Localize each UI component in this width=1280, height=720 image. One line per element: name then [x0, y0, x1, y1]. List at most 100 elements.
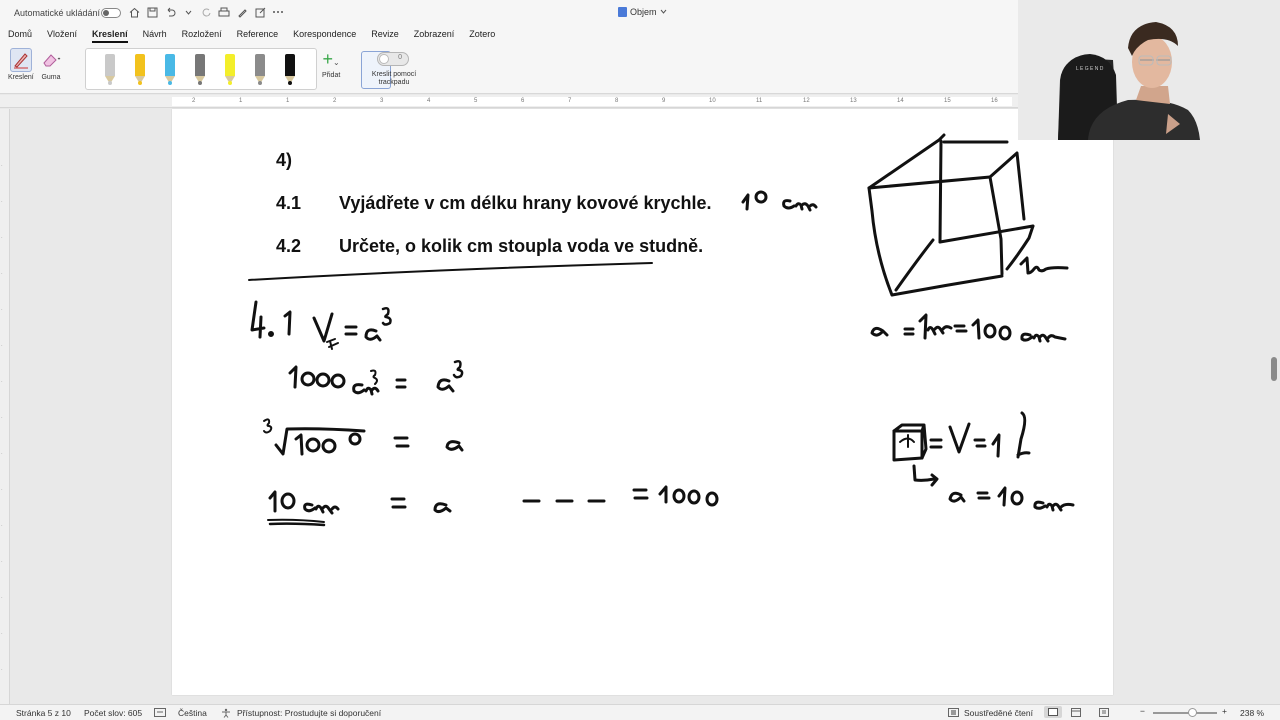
ruler-tick: 6 [521, 98, 525, 104]
ruler-tick: 16 [991, 98, 998, 104]
ink-layer [248, 133, 1075, 527]
word-count[interactable]: Počet slov: 605 [84, 708, 142, 718]
vertical-ruler-tick: · [1, 379, 3, 385]
print-layout-view-button[interactable] [1044, 706, 1062, 718]
ribbon-toolbar: Kreslení Guma +⌄ Přidat 0 Kreslit pomocí… [0, 44, 1018, 94]
pen-5[interactable] [224, 54, 236, 86]
pen-7[interactable] [284, 54, 296, 86]
ruler-tick: 3 [380, 98, 384, 104]
pen-2[interactable] [134, 54, 146, 86]
svg-text:L E G E N D: L E G E N D [1076, 66, 1104, 72]
page-indicator[interactable]: Stránka 5 z 10 [16, 708, 71, 718]
ruler-tick: 8 [615, 98, 619, 104]
tab-korespondence[interactable]: Korespondence [293, 26, 356, 44]
tab-kresleni[interactable]: Kreslení [92, 26, 128, 44]
ruler-tick: 10 [709, 98, 716, 104]
vertical-ruler-tick: · [1, 559, 3, 565]
pen-6[interactable] [254, 54, 266, 86]
zoom-slider-track[interactable] [1153, 712, 1217, 714]
vertical-ruler-tick: · [1, 199, 3, 205]
toggle-knob [379, 54, 389, 64]
tab-navrh[interactable]: Návrh [143, 26, 167, 44]
tab-rozlozeni[interactable]: Rozložení [182, 26, 222, 44]
vertical-ruler[interactable]: ················ [0, 109, 10, 709]
print-icon[interactable] [217, 5, 231, 19]
add-label: Přidat [322, 72, 341, 79]
vertical-ruler-tick: · [1, 343, 3, 349]
vertical-ruler-tick: · [1, 415, 3, 421]
tab-zotero[interactable]: Zotero [469, 26, 495, 44]
status-bar: Stránka 5 z 10 Počet slov: 605 Čeština P… [0, 704, 1280, 720]
focus-mode-button[interactable]: Soustředěné čtení [964, 708, 1033, 718]
draw-icon [9, 48, 32, 72]
ruler-tick: 13 [850, 98, 857, 104]
tab-revize[interactable]: Revize [371, 26, 399, 44]
proofing-icon[interactable] [154, 708, 166, 719]
vertical-ruler-tick: · [1, 631, 3, 637]
ruler-tick: 12 [803, 98, 810, 104]
language-indicator[interactable]: Čeština [178, 708, 207, 718]
tab-domu[interactable]: Domů [8, 26, 32, 44]
ruler-tick: 1 [286, 98, 290, 104]
chevron-down-icon[interactable] [181, 5, 195, 19]
autosave-toggle[interactable] [101, 8, 121, 18]
trackpad-label: Kreslit pomocí trackpadu [364, 71, 424, 87]
ruler-tick: 15 [944, 98, 951, 104]
eraser-icon [40, 48, 62, 72]
edit-icon[interactable] [253, 5, 267, 19]
ruler-tick: 2 [333, 98, 337, 104]
pen-4[interactable] [194, 54, 206, 86]
more-icon[interactable] [271, 5, 285, 19]
save-icon[interactable] [145, 5, 159, 19]
draw-tool[interactable]: Kreslení [8, 48, 34, 81]
ruler-content-area [172, 97, 1012, 106]
eraser-tool[interactable]: Guma [40, 48, 62, 81]
horizontal-ruler[interactable]: 2 1 1 2 3 4 5 6 7 8 9 10 11 12 13 14 15 16 [0, 95, 1018, 108]
vertical-ruler-tick: · [1, 487, 3, 493]
ruler-tick: 9 [662, 98, 666, 104]
ink-10cm-answer [741, 193, 750, 211]
zoom-level[interactable]: 238 % [1240, 708, 1264, 718]
read-mode-button[interactable] [1099, 708, 1109, 719]
tab-vlozeni[interactable]: Vložení [47, 26, 77, 44]
eraser-label: Guma [41, 74, 61, 81]
webcam-overlay: L E G E N D [1018, 0, 1280, 140]
accessibility-icon[interactable] [221, 708, 231, 720]
pen-icon[interactable] [235, 5, 249, 19]
quick-access-toolbar [127, 5, 285, 19]
trackpad-toggle[interactable]: 0 [377, 52, 409, 66]
document-page[interactable]: 4) 4.1 Vyjádřete v cm délku hrany kovové… [172, 109, 1113, 695]
vertical-ruler-tick: · [1, 235, 3, 241]
vertical-scrollbar[interactable] [1271, 357, 1277, 381]
webcam-feed-image: L E G E N D [1018, 0, 1280, 140]
pen-3[interactable] [164, 54, 176, 86]
vertical-ruler-tick: · [1, 595, 3, 601]
trackpad-label-line1: Kreslit pomocí [371, 71, 417, 78]
ruler-tick: 11 [756, 98, 763, 104]
vertical-ruler-tick: · [1, 271, 3, 277]
ruler-tick: 7 [568, 98, 572, 104]
add-pen-button[interactable]: +⌄ Přidat [322, 50, 340, 79]
home-icon[interactable] [127, 5, 141, 19]
tab-reference[interactable]: Reference [237, 26, 279, 44]
zoom-in-button[interactable]: + [1222, 706, 1227, 716]
pen-gallery [85, 48, 391, 90]
document-title-text: Objem [630, 7, 657, 17]
ruler-tick: 5 [474, 98, 478, 104]
plus-icon: +⌄ [322, 49, 340, 69]
ruler-tick: 2 [192, 98, 196, 104]
ruler-tick: 4 [427, 98, 431, 104]
focus-mode-icon[interactable] [948, 708, 959, 719]
web-layout-view-button[interactable] [1071, 708, 1081, 719]
zoom-out-button[interactable]: − [1140, 706, 1145, 716]
tab-zobrazeni[interactable]: Zobrazení [414, 26, 455, 44]
zoom-slider-thumb[interactable] [1188, 708, 1197, 717]
document-title[interactable]: Objem [618, 7, 667, 17]
pen-1[interactable] [104, 54, 116, 86]
accessibility-status[interactable]: Přístupnost: Prostudujte si doporučení [237, 708, 381, 718]
chevron-down-icon [660, 7, 667, 17]
undo-icon[interactable] [163, 5, 177, 19]
redo-icon[interactable] [199, 5, 213, 19]
vertical-ruler-tick: · [1, 667, 3, 673]
toggle-state: 0 [398, 54, 402, 61]
